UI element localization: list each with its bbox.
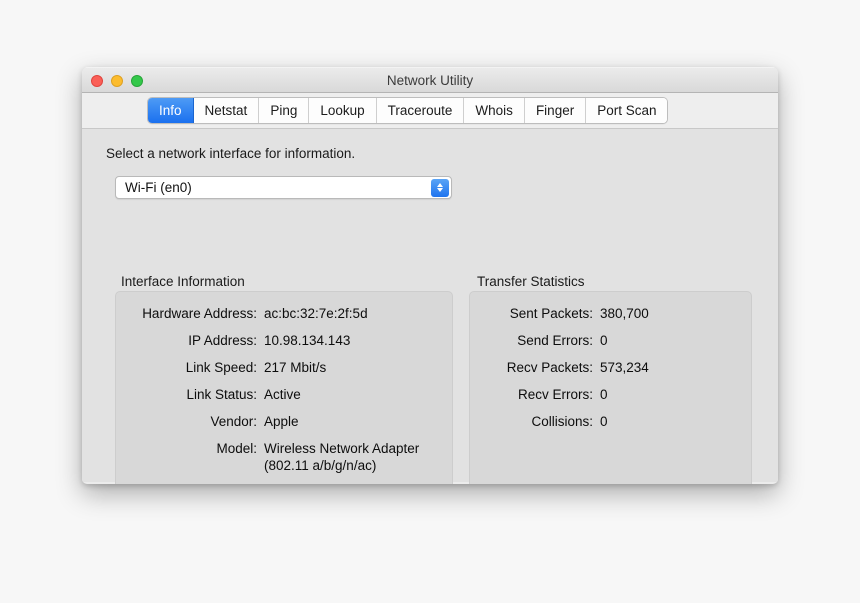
- tab-traceroute[interactable]: Traceroute: [376, 98, 465, 123]
- tab-whois[interactable]: Whois: [464, 98, 525, 123]
- row-value: 0: [600, 387, 608, 402]
- row-label: Collisions:: [531, 414, 593, 429]
- window-title: Network Utility: [386, 73, 474, 88]
- table-row: Link Speed: 217 Mbit/s: [115, 359, 327, 376]
- screen: Network Utility Info Netstat Ping Lookup…: [0, 0, 860, 603]
- row-label: Vendor:: [210, 414, 257, 429]
- table-row: Vendor: Apple: [115, 413, 299, 430]
- row-value: 10.98.134.143: [264, 333, 351, 348]
- row-label: Hardware Address:: [142, 306, 257, 321]
- row-label: Link Speed:: [185, 360, 257, 375]
- tab-info[interactable]: Info: [148, 98, 194, 123]
- row-value: 217 Mbit/s: [264, 360, 327, 375]
- tab-finger[interactable]: Finger: [524, 98, 587, 123]
- interface-information-title: Interface Information: [121, 274, 245, 289]
- row-value: 0: [600, 333, 608, 348]
- row-value: 380,700: [600, 306, 649, 321]
- tab-port-scan[interactable]: Port Scan: [586, 98, 668, 123]
- chevron-updown-icon[interactable]: [431, 178, 449, 197]
- table-row: Recv Errors: 0: [479, 386, 608, 403]
- tab-strip: Info Netstat Ping Lookup Traceroute Whoi…: [82, 93, 778, 129]
- row-value: Active: [264, 387, 301, 402]
- tab-ping[interactable]: Ping: [259, 98, 310, 123]
- table-row: Collisions: 0: [479, 413, 608, 430]
- row-value: 573,234: [600, 360, 649, 375]
- row-label: Send Errors:: [517, 333, 593, 348]
- tab-list: Info Netstat Ping Lookup Traceroute Whoi…: [148, 98, 668, 123]
- tab-lookup[interactable]: Lookup: [309, 98, 377, 123]
- row-value: ac:bc:32:7e:2f:5d: [264, 306, 368, 321]
- row-label: Recv Errors:: [517, 387, 593, 402]
- window-titlebar: Network Utility: [82, 67, 778, 93]
- row-value: 0: [600, 414, 608, 429]
- instruction-text: Select a network interface for informati…: [106, 146, 356, 161]
- row-label: IP Address:: [188, 333, 257, 348]
- row-label: Sent Packets:: [509, 306, 593, 321]
- row-label: Model:: [216, 441, 257, 456]
- network-interface-select-value: Wi-Fi (en0): [125, 180, 192, 195]
- table-row: Send Errors: 0: [479, 332, 608, 349]
- tab-netstat[interactable]: Netstat: [193, 98, 260, 123]
- row-label: Recv Packets:: [506, 360, 593, 375]
- transfer-statistics-title: Transfer Statistics: [477, 274, 585, 289]
- table-row: Recv Packets: 573,234: [479, 359, 649, 376]
- row-value: Apple: [264, 414, 299, 429]
- row-value: Wireless Network Adapter (802.11 a/b/g/n…: [264, 441, 420, 473]
- network-interface-select[interactable]: Wi-Fi (en0): [115, 176, 452, 199]
- table-row: Link Status: Active: [115, 386, 301, 403]
- table-row: Hardware Address: ac:bc:32:7e:2f:5d: [115, 305, 368, 322]
- info-pane: Select a network interface for informati…: [82, 129, 778, 484]
- table-row: Sent Packets: 380,700: [479, 305, 649, 322]
- table-row: Model: Wireless Network Adapter (802.11 …: [115, 440, 419, 474]
- network-utility-window: Network Utility Info Netstat Ping Lookup…: [82, 67, 778, 484]
- table-row: IP Address: 10.98.134.143: [115, 332, 350, 349]
- row-label: Link Status:: [186, 387, 257, 402]
